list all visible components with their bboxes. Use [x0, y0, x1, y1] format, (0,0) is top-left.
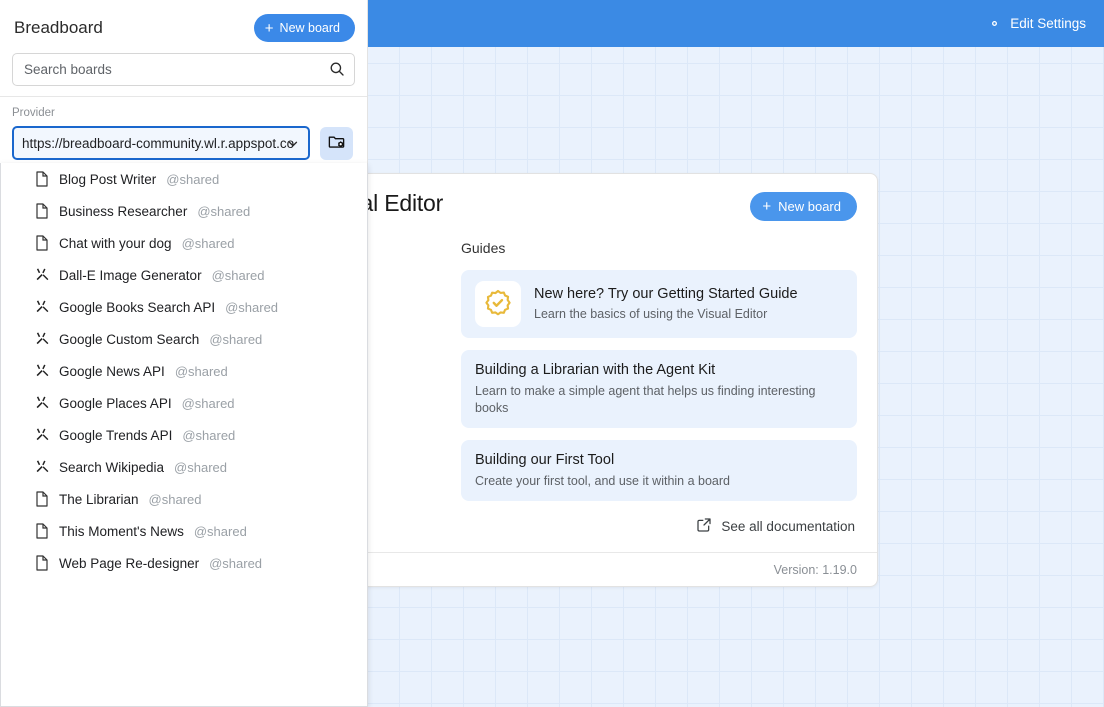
board-owner: @shared: [181, 235, 235, 251]
board-name: Chat with your dog: [59, 235, 172, 251]
list-item[interactable]: Business Researcher @shared: [1, 195, 367, 227]
tools-icon: [35, 299, 49, 315]
board-owner: @shared: [181, 395, 235, 411]
version-label: Version: 1.19.0: [773, 562, 857, 577]
guide-title: New here? Try our Getting Started Guide: [534, 285, 798, 302]
tools-icon: [35, 267, 49, 283]
plus-icon: +: [264, 19, 274, 37]
edit-settings-label: Edit Settings: [1010, 16, 1086, 31]
document-icon: [35, 171, 49, 187]
board-owner: @shared: [211, 267, 265, 283]
list-item[interactable]: Search Wikipedia @shared: [1, 451, 367, 483]
guide-card-getting-started[interactable]: New here? Try our Getting Started Guide …: [461, 270, 857, 338]
guide-text: New here? Try our Getting Started Guide …: [534, 285, 798, 324]
board-name: Dall-E Image Generator: [59, 267, 202, 283]
board-owner: @shared: [225, 299, 279, 315]
provider-row: https://breadboard-community.wl.r.appspo…: [12, 126, 353, 160]
plus-icon: +: [762, 198, 772, 215]
board-name: Business Researcher: [59, 203, 188, 219]
see-all-documentation-label: See all documentation: [721, 518, 855, 534]
board-owner: @shared: [209, 331, 263, 347]
board-name: Google News API: [59, 363, 165, 379]
list-item[interactable]: Web Page Re-designer @shared: [1, 547, 367, 579]
board-name: Web Page Re-designer: [59, 555, 200, 571]
tools-icon: [35, 395, 49, 411]
sidebar-panel: Breadboard + New board Provider https://…: [0, 0, 368, 707]
gear-icon: [986, 15, 1003, 32]
external-link-icon: [696, 517, 712, 536]
list-item[interactable]: Google News API @shared: [1, 355, 367, 387]
app-root: Edit Settings Visual Editor + New board …: [0, 0, 1104, 707]
document-icon: [35, 491, 49, 507]
list-item[interactable]: Blog Post Writer @shared: [1, 163, 367, 195]
guides-heading: Guides: [461, 240, 506, 256]
board-owner: @shared: [174, 459, 227, 475]
tools-icon: [35, 363, 49, 379]
guide-card-first-tool[interactable]: Building our First Tool Create your firs…: [461, 440, 857, 501]
provider-settings-button[interactable]: [320, 126, 353, 160]
top-header-bar: Edit Settings: [368, 0, 1104, 47]
app-title: Breadboard: [14, 18, 103, 37]
board-name: Google Custom Search: [59, 331, 200, 347]
board-owner: @shared: [148, 491, 202, 507]
board-name: Google Places API: [59, 395, 172, 411]
board-name: Blog Post Writer: [59, 171, 157, 187]
welcome-new-board-label: New board: [778, 199, 841, 214]
folder-settings-icon: [327, 132, 346, 154]
guide-subtitle: Create your first tool, and use it withi…: [475, 473, 730, 488]
document-icon: [35, 235, 49, 251]
guide-title: Building a Librarian with the Agent Kit: [475, 362, 716, 378]
list-item[interactable]: Google Custom Search @shared: [1, 323, 367, 355]
board-name: Google Trends API: [59, 427, 173, 443]
provider-dropdown-list[interactable]: Blog Post Writer @shared Business Resear…: [0, 163, 368, 707]
verified-seal-icon: [475, 281, 521, 327]
search-container: [12, 53, 355, 86]
board-name: Google Books Search API: [59, 299, 216, 315]
board-owner: @shared: [209, 555, 263, 571]
sidebar-header: Breadboard + New board: [0, 0, 367, 42]
sidebar-new-board-label: New board: [279, 21, 340, 35]
board-name: Search Wikipedia: [59, 459, 165, 475]
guides-column: Guides New here? Try our Getting Started…: [457, 234, 857, 554]
search-icon[interactable]: [328, 60, 346, 83]
sidebar-divider: [0, 96, 367, 97]
list-item[interactable]: Dall-E Image Generator @shared: [1, 259, 367, 291]
document-icon: [35, 523, 49, 539]
list-item[interactable]: Chat with your dog @shared: [1, 227, 367, 259]
board-owner: @shared: [182, 427, 236, 443]
guide-subtitle: Learn to make a simple agent that helps …: [475, 383, 816, 415]
list-item[interactable]: Google Places API @shared: [1, 387, 367, 419]
list-item[interactable]: Google Books Search API @shared: [1, 291, 367, 323]
board-owner: @shared: [174, 363, 228, 379]
search-input[interactable]: [12, 53, 355, 86]
welcome-header: Visual Editor + New board: [295, 174, 877, 234]
list-item[interactable]: The Librarian @shared: [1, 483, 367, 515]
welcome-body: Guides New here? Try our Getting Started…: [295, 234, 877, 554]
list-item[interactable]: This Moment's News @shared: [1, 515, 367, 547]
sidebar-new-board-button[interactable]: + New board: [253, 14, 355, 42]
provider-label: Provider: [12, 107, 55, 119]
board-name: The Librarian: [59, 491, 139, 507]
guide-card-agent-kit[interactable]: Building a Librarian with the Agent Kit …: [461, 350, 857, 429]
see-all-documentation-link[interactable]: See all documentation: [461, 517, 857, 536]
list-item[interactable]: Google Trends API @shared: [1, 419, 367, 451]
board-name: This Moment's News: [59, 523, 184, 539]
guide-title: Building our First Tool: [475, 452, 615, 469]
tools-icon: [35, 427, 49, 443]
welcome-footer: ! Version: 1.19.0: [295, 552, 877, 586]
board-owner: @shared: [193, 523, 247, 539]
tools-icon: [35, 331, 49, 347]
guide-subtitle: Learn the basics of using the Visual Edi…: [534, 307, 768, 322]
tools-icon: [35, 459, 49, 475]
provider-select[interactable]: https://breadboard-community.wl.r.appspo…: [12, 126, 310, 160]
document-icon: [35, 203, 49, 219]
edit-settings-button[interactable]: Edit Settings: [980, 11, 1092, 36]
welcome-panel: Visual Editor + New board Guides New her…: [294, 173, 878, 587]
board-owner: @shared: [197, 203, 251, 219]
document-icon: [35, 555, 49, 571]
board-owner: @shared: [166, 171, 220, 187]
welcome-new-board-button[interactable]: + New board: [750, 192, 857, 221]
